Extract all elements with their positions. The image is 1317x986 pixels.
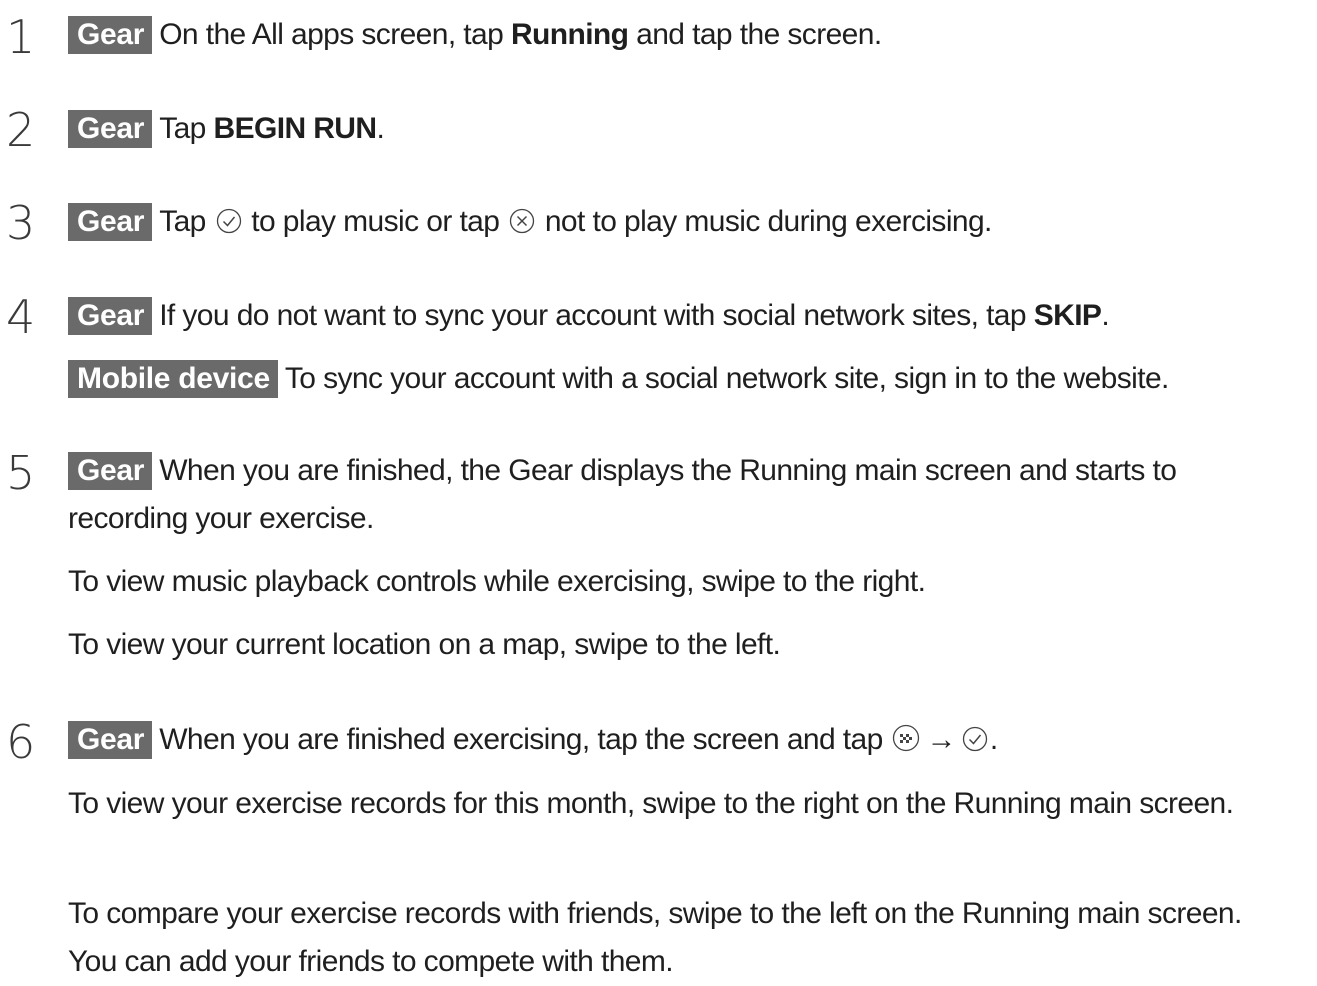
step-5-line: Gear When you are finished, the Gear disp…	[68, 447, 1297, 543]
step-number-2: 2	[6, 103, 36, 157]
step-3-text-b: to play music or tap	[243, 205, 508, 238]
step-1-text-a: On the All apps screen, tap	[159, 18, 511, 51]
gear-tag: Gear	[68, 721, 153, 759]
cancel-circle-icon	[509, 202, 535, 248]
step-4-sub-text: To sync your account with a social netwo…	[284, 362, 1170, 395]
gear-tag: Gear	[68, 203, 153, 241]
arrow-glyph: →	[926, 723, 956, 756]
step-4-bold: SKIP	[1033, 299, 1102, 332]
step-3-text-a: Tap	[159, 205, 214, 238]
gear-tag: Gear	[68, 16, 153, 54]
step-3-text-c: not to play music during exercising.	[537, 205, 993, 238]
step-2-bold: BEGIN RUN	[213, 112, 378, 145]
mobile-device-tag: Mobile device	[68, 360, 278, 398]
step-6-note-1: To view your exercise records for this m…	[68, 787, 1234, 820]
step-2-text-a: Tap	[159, 112, 214, 145]
gear-tag: Gear	[68, 110, 153, 148]
step-6-note-2: To compare your exercise records with fr…	[68, 897, 1242, 978]
check-circle-icon	[216, 202, 242, 248]
step-1-line: Gear On the All apps screen, tap Running …	[68, 12, 1317, 58]
step-4-mobile-line: Mobile device To sync your account with a…	[68, 356, 1317, 402]
step-number-6: 6	[6, 715, 36, 769]
step-5-note-2: To view your current location on a map, …	[68, 628, 781, 661]
step-number-5: 5	[6, 446, 36, 500]
step-6-text-a: When you are finished exercising, tap th…	[159, 723, 891, 756]
gear-tag: Gear	[68, 452, 153, 490]
step-1-text-b: and tap the screen.	[628, 18, 882, 51]
step-5-note-1: To view music playback controls while ex…	[68, 565, 926, 598]
step-number-3: 3	[6, 196, 36, 250]
finish-flag-icon	[892, 720, 920, 766]
step-6-line: Gear When you are finished exercising, ta…	[68, 717, 1317, 766]
step-4-line: Gear If you do not want to sync your acco…	[68, 293, 1317, 339]
step-number-4: 4	[6, 290, 36, 344]
step-1-bold: Running	[510, 18, 629, 51]
step-2-text-b: .	[376, 112, 385, 145]
step-number-1: 1	[6, 10, 36, 64]
step-2-line: Gear Tap BEGIN RUN.	[68, 106, 1317, 152]
gear-tag: Gear	[68, 297, 153, 335]
check-circle-icon	[962, 720, 988, 766]
step-4-text-a: If you do not want to sync your account …	[159, 299, 1034, 332]
step-5-text-a: When you are finished, the Gear displays…	[68, 454, 1177, 535]
step-3-line: Gear Tap to play music or tap not to play…	[68, 199, 1317, 248]
step-6-text-b: .	[989, 723, 998, 756]
step-4-text-b: .	[1101, 299, 1110, 332]
